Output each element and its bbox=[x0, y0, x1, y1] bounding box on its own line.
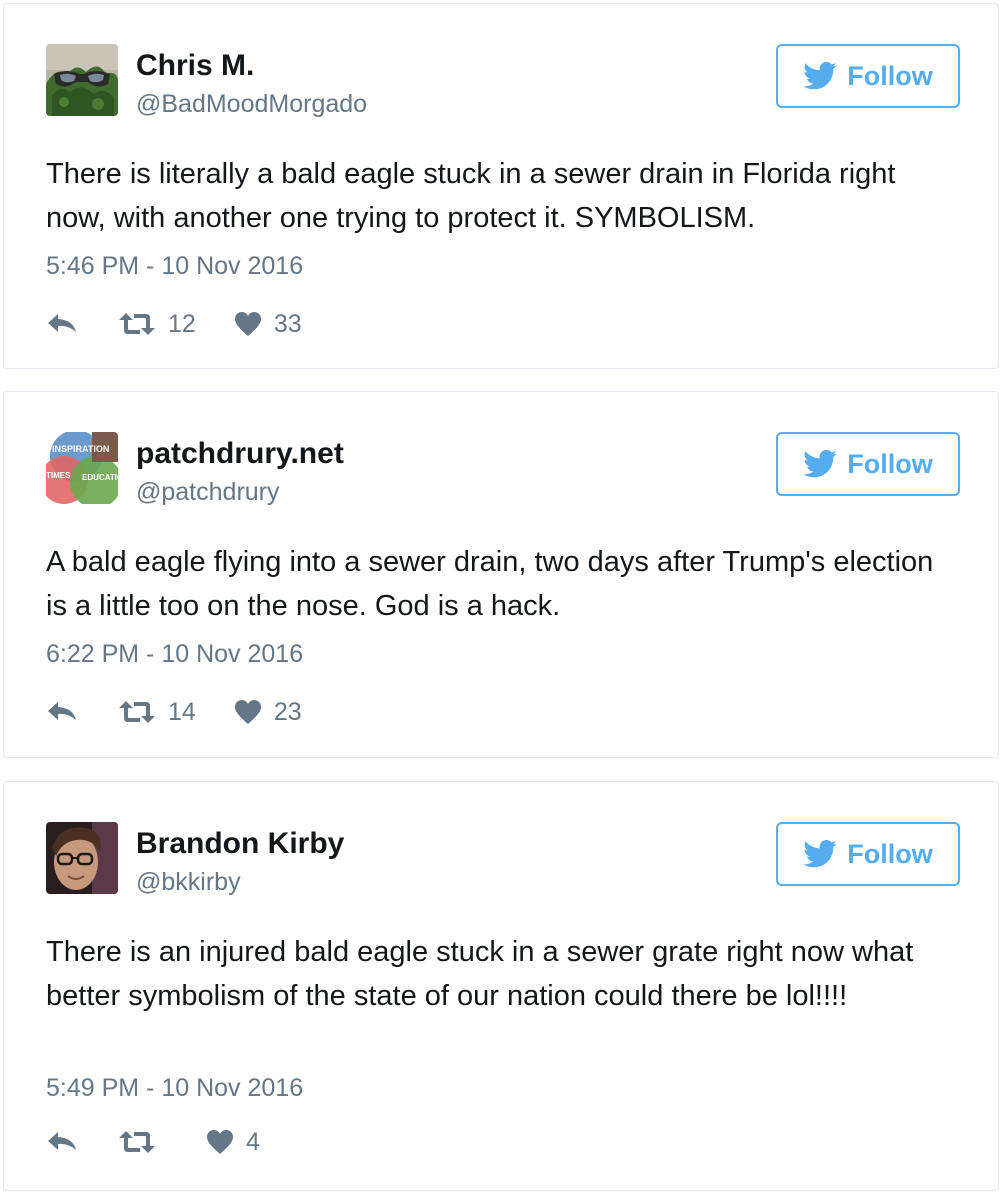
tweet-card: Chris M. @BadMoodMorgado Follow There is… bbox=[3, 3, 999, 369]
avatar-text-times: TIMES bbox=[46, 471, 71, 480]
screen-name[interactable]: @patchdrury bbox=[136, 476, 280, 508]
sunglasses-plant-avatar bbox=[46, 44, 118, 116]
tweet-card: INSPIRATION TIMES EDUCATION patchdrury.n… bbox=[3, 391, 999, 758]
tweet-timestamp[interactable]: 6:22 PM - 10 Nov 2016 bbox=[46, 638, 303, 670]
tweet-feed: Chris M. @BadMoodMorgado Follow There is… bbox=[0, 0, 1006, 1194]
tweet-text: There is literally a bald eagle stuck in… bbox=[46, 158, 896, 234]
display-name[interactable]: patchdrury.net bbox=[136, 436, 344, 472]
avatar[interactable]: INSPIRATION TIMES EDUCATION bbox=[46, 432, 118, 504]
tweet-card: Brandon Kirby @bkkirby Follow There is a… bbox=[3, 781, 999, 1191]
retweet-button[interactable] bbox=[118, 1129, 168, 1155]
heart-icon bbox=[234, 700, 261, 724]
retweet-button[interactable]: 14 bbox=[118, 696, 196, 728]
tweet-timestamp[interactable]: 5:49 PM - 10 Nov 2016 bbox=[46, 1072, 303, 1104]
display-name[interactable]: Brandon Kirby bbox=[136, 826, 344, 862]
like-button[interactable]: 23 bbox=[234, 696, 302, 728]
follow-button[interactable]: Follow bbox=[776, 44, 960, 108]
heart-icon bbox=[234, 312, 261, 336]
retweet-count: 12 bbox=[168, 310, 196, 338]
tweet-actions: 4 bbox=[46, 1126, 260, 1158]
screen-name[interactable]: @BadMoodMorgado bbox=[136, 88, 367, 120]
retweet-count: 14 bbox=[168, 698, 196, 726]
retweet-icon bbox=[119, 1131, 155, 1153]
tweet-actions: 14 23 bbox=[46, 696, 302, 728]
reply-button[interactable] bbox=[46, 312, 78, 336]
retweet-icon bbox=[119, 701, 155, 723]
glasses-portrait-avatar bbox=[46, 822, 118, 894]
twitter-bird-icon bbox=[803, 840, 838, 868]
twitter-bird-icon bbox=[803, 62, 838, 90]
retweet-button[interactable]: 12 bbox=[118, 308, 196, 340]
tweet-text: A bald eagle flying into a sewer drain, … bbox=[46, 546, 934, 622]
avatar[interactable] bbox=[46, 44, 118, 116]
follow-button[interactable]: Follow bbox=[776, 432, 960, 496]
twitter-bird-icon bbox=[803, 450, 838, 478]
like-count: 23 bbox=[273, 698, 302, 726]
reply-icon bbox=[48, 314, 76, 332]
follow-label: Follow bbox=[847, 60, 933, 91]
follow-label: Follow bbox=[847, 448, 933, 479]
like-count: 4 bbox=[246, 1128, 260, 1156]
tweet-timestamp[interactable]: 5:46 PM - 10 Nov 2016 bbox=[46, 250, 303, 282]
screen-name[interactable]: @bkkirby bbox=[136, 866, 241, 898]
heart-icon bbox=[207, 1130, 233, 1154]
reply-button[interactable] bbox=[46, 1130, 78, 1154]
inspiration-education-avatar: INSPIRATION TIMES EDUCATION bbox=[46, 432, 118, 504]
retweet-icon bbox=[119, 313, 155, 335]
like-button[interactable]: 33 bbox=[234, 308, 302, 340]
tweet-text: There is an injured bald eagle stuck in … bbox=[46, 936, 914, 1012]
avatar-text-inspiration: INSPIRATION bbox=[52, 444, 109, 454]
like-count: 33 bbox=[273, 310, 302, 338]
tweet-actions: 12 33 bbox=[46, 308, 302, 340]
avatar-text-education: EDUCATION bbox=[82, 473, 118, 482]
reply-button[interactable] bbox=[46, 700, 78, 724]
like-button[interactable]: 4 bbox=[206, 1126, 260, 1158]
reply-icon bbox=[48, 702, 76, 720]
display-name[interactable]: Chris M. bbox=[136, 48, 254, 84]
follow-button[interactable]: Follow bbox=[776, 822, 960, 886]
reply-icon bbox=[48, 1132, 76, 1150]
follow-label: Follow bbox=[847, 838, 933, 869]
avatar[interactable] bbox=[46, 822, 118, 894]
